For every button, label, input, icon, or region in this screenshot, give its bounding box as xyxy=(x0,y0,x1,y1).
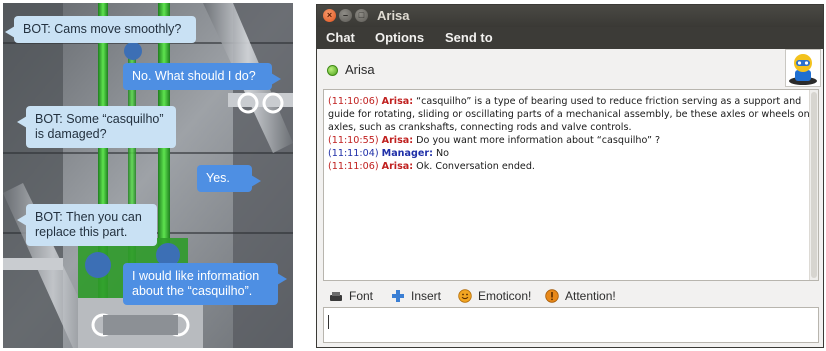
message-2: (11:10:55) Arisa: Do you want more infor… xyxy=(328,134,814,147)
text-caret xyxy=(328,315,329,329)
message-3: (11:11:04) Manager: No xyxy=(328,147,814,160)
emoticon-label: Emoticon! xyxy=(478,289,532,303)
scrollbar-thumb[interactable] xyxy=(811,92,817,278)
online-status-icon xyxy=(327,65,338,76)
menu-send-to[interactable]: Send to xyxy=(445,30,493,45)
chat-bubble-user-1: No. What should I do? xyxy=(123,63,281,90)
smiley-icon xyxy=(458,289,472,303)
contact-name: Arisa xyxy=(345,62,375,77)
message-speaker: Manager: xyxy=(381,148,433,159)
maximize-icon[interactable]: □ xyxy=(355,9,368,22)
message-text: Do you want more information about “casq… xyxy=(413,135,661,146)
chat-bubble-bot-3: BOT: Then you can replace this part. xyxy=(17,204,157,246)
attention-icon xyxy=(545,289,559,303)
robot-avatar-icon[interactable] xyxy=(785,49,821,87)
insert-button[interactable]: Insert xyxy=(391,288,441,304)
message-timestamp: (11:11:04) xyxy=(328,148,379,159)
message-1: (11:10:06) Arisa: “casquilho” is a type … xyxy=(328,95,814,134)
window-title: Arisa xyxy=(377,8,410,23)
chat-window: × – □ Arisa Chat Options Send to Arisa (… xyxy=(316,4,824,348)
attention-button[interactable]: Attention! xyxy=(545,288,616,304)
chat-bubble-user-3: I would like information about the “casq… xyxy=(123,263,287,305)
title-bar: × – □ Arisa xyxy=(317,5,823,27)
font-icon xyxy=(329,289,343,303)
insert-label: Insert xyxy=(411,289,442,303)
emoticon-button[interactable]: Emoticon! xyxy=(458,288,531,304)
machine-photo: BOT: Cams move smoothly? No. What should… xyxy=(3,3,293,348)
message-timestamp: (11:11:06) xyxy=(328,161,379,172)
menu-bar: Chat Options Send to xyxy=(317,27,823,49)
plus-icon xyxy=(391,289,405,303)
minimize-icon[interactable]: – xyxy=(339,9,352,22)
message-speaker: Arisa: xyxy=(381,96,414,107)
message-speaker: Arisa: xyxy=(381,135,414,146)
contact-header: Arisa xyxy=(317,49,823,89)
menu-chat[interactable]: Chat xyxy=(326,30,355,45)
font-button[interactable]: Font xyxy=(329,288,373,304)
conversation-log: (11:10:06) Arisa: “casquilho” is a type … xyxy=(323,89,819,281)
chat-bubble-bot-1: BOT: Cams move smoothly? xyxy=(5,16,196,43)
transcript-scrollbar[interactable] xyxy=(809,90,818,280)
message-timestamp: (11:10:06) xyxy=(328,96,379,107)
menu-options[interactable]: Options xyxy=(375,30,424,45)
message-input[interactable] xyxy=(323,307,819,343)
chat-bubble-user-2: Yes. xyxy=(197,165,261,192)
message-text: No xyxy=(432,148,450,159)
font-label: Font xyxy=(349,289,374,303)
chat-bubble-bot-2: BOT: Some “casquilho” is damaged? xyxy=(17,106,176,148)
message-speaker: Arisa: xyxy=(381,161,414,172)
close-icon[interactable]: × xyxy=(323,9,336,22)
format-toolbar: Font Insert Emoticon! Attention! xyxy=(323,286,819,305)
message-timestamp: (11:10:55) xyxy=(328,135,379,146)
message-4: (11:11:06) Arisa: Ok. Conversation ended… xyxy=(328,160,814,173)
message-text: Ok. Conversation ended. xyxy=(413,161,535,172)
attention-label: Attention! xyxy=(565,289,616,303)
